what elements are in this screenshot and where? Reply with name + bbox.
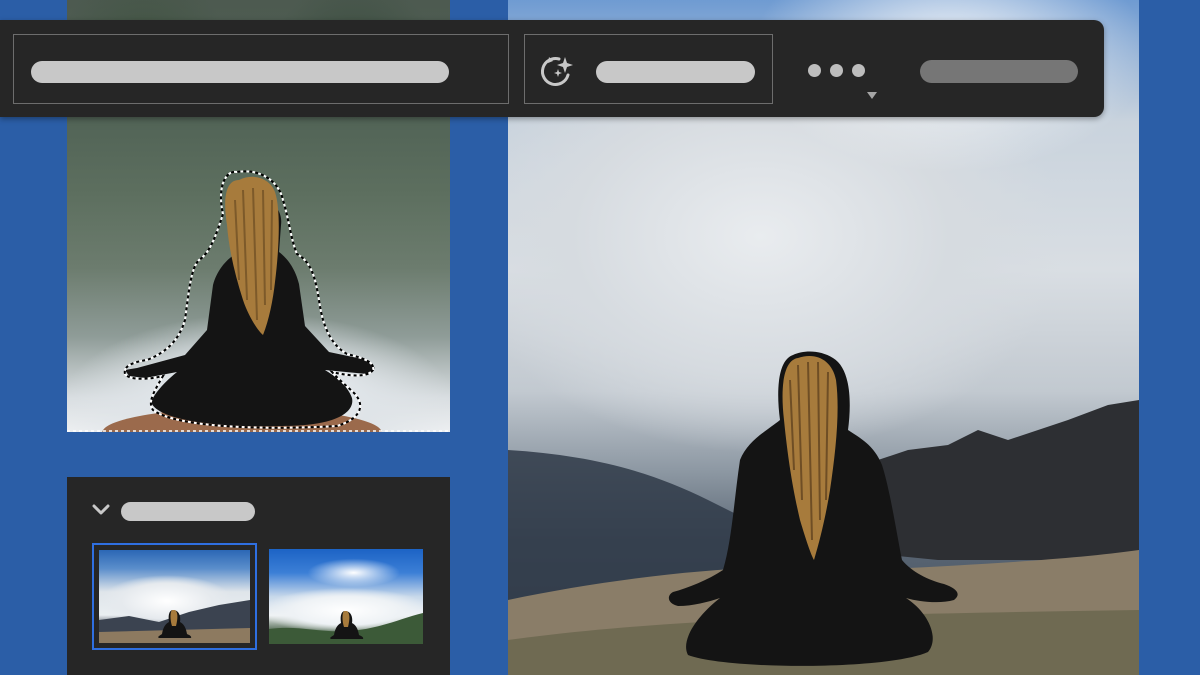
- variation-thumbnail-2[interactable]: [269, 549, 423, 644]
- more-options-button[interactable]: [806, 60, 870, 80]
- variations-panel: [67, 477, 450, 675]
- prompt-input[interactable]: [13, 34, 509, 104]
- sparkle-refresh-icon: [540, 57, 573, 86]
- variation-image-1: [99, 550, 250, 643]
- selected-subject: [125, 176, 375, 427]
- caret-down-icon[interactable]: [867, 92, 877, 99]
- generate-label: [596, 61, 755, 83]
- generate-button[interactable]: [524, 34, 773, 104]
- variations-title: [121, 502, 255, 521]
- variation-thumbnail-1[interactable]: [92, 543, 257, 650]
- ellipsis-icon: [808, 64, 821, 77]
- prompt-placeholder: [31, 61, 449, 83]
- ellipsis-icon-dot-2: [830, 64, 843, 77]
- ellipsis-icon-dot-3: [852, 64, 865, 77]
- generative-toolbar: [0, 20, 1104, 117]
- chevron-down-icon[interactable]: [91, 503, 111, 517]
- secondary-action-button[interactable]: [920, 60, 1078, 83]
- variation-image-2: [269, 549, 423, 644]
